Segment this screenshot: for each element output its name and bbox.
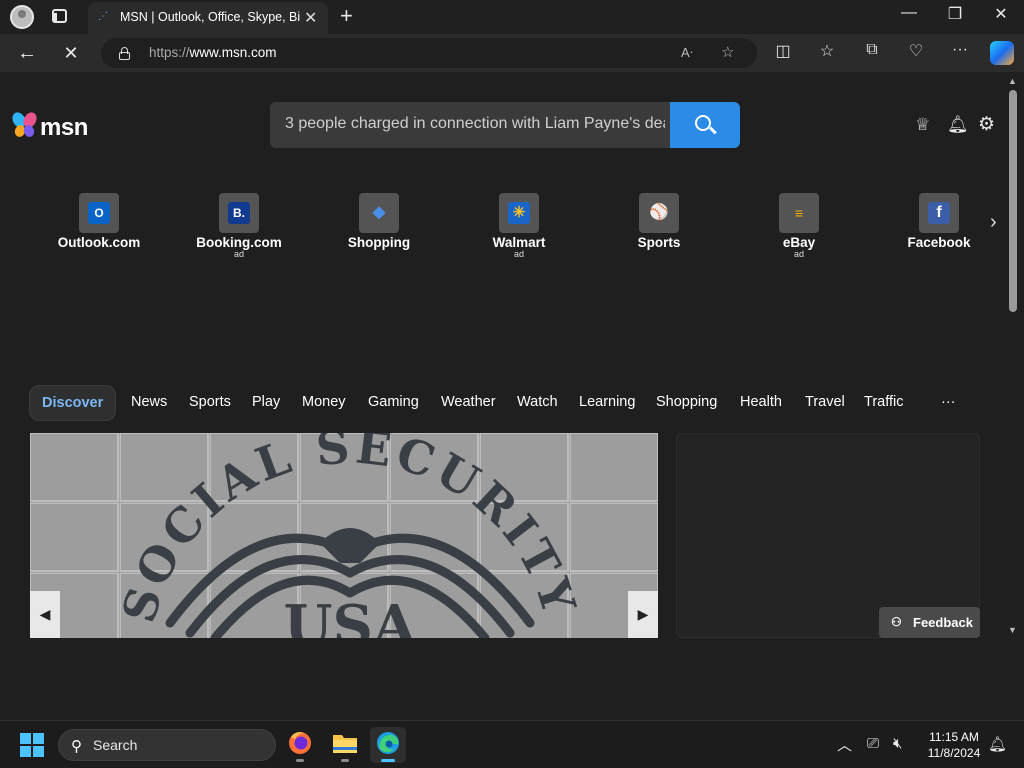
tab-gaming[interactable]: Gaming — [368, 394, 419, 410]
firefox-app[interactable] — [282, 727, 318, 763]
quick-link-shopping[interactable]: ◆ Shopping — [319, 193, 439, 250]
tab-health[interactable]: Health — [740, 394, 782, 410]
split-screen-icon[interactable]: ◫ — [771, 41, 795, 61]
quick-link-ebay[interactable]: ≡ eBay ad — [739, 193, 859, 259]
stop-loading-icon[interactable]: ✕ — [56, 39, 86, 67]
copilot-icon[interactable] — [990, 41, 1014, 65]
notification-bell-icon[interactable]: 🔔︎ — [988, 735, 1007, 753]
collections-icon[interactable]: ⧉ — [860, 41, 884, 59]
minimize-button[interactable]: — — [886, 4, 932, 22]
tab-title: MSN | Outlook, Office, Skype, Bing, Brea… — [120, 10, 300, 24]
hero-card[interactable]: SOCIAL SECURITY USA ◀ ▶ — [30, 433, 658, 638]
lock-icon[interactable] — [119, 47, 130, 60]
folder-icon — [333, 735, 357, 753]
shopping-tag-icon: ◆ — [372, 204, 386, 221]
more-categories-button[interactable]: ··· — [941, 394, 956, 410]
notifications-bell-icon[interactable]: 🔔︎ — [947, 115, 969, 135]
quick-link-sports[interactable]: ⚾ Sports — [599, 193, 719, 250]
search-icon: ⚲ — [71, 738, 82, 755]
restore-button[interactable]: ❐ — [932, 4, 978, 24]
firefox-icon — [289, 732, 311, 754]
social-security-seal-image: SOCIAL SECURITY USA — [30, 433, 658, 638]
loading-favicon-icon: ⋰ — [98, 11, 108, 22]
edge-app[interactable] — [370, 727, 406, 763]
feedback-person-icon: ⚇ — [891, 615, 902, 629]
tab-play[interactable]: Play — [252, 394, 280, 410]
scroll-up-icon[interactable]: ▲ — [1008, 76, 1017, 86]
tab-money[interactable]: Money — [302, 394, 346, 410]
browser-essentials-icon[interactable]: ♡ — [904, 41, 928, 61]
volume-muted-icon[interactable]: 🔇︎ — [893, 735, 902, 752]
screen: ⋰ MSN | Outlook, Office, Skype, Bing, Br… — [0, 0, 1024, 768]
settings-more-icon[interactable]: ··· — [948, 41, 972, 59]
close-tab-icon[interactable]: ✕ — [304, 8, 317, 28]
outlook-icon: O — [88, 202, 110, 224]
booking-icon: B. — [228, 202, 250, 224]
edge-icon — [377, 732, 399, 754]
feedback-button[interactable]: ⚇ Feedback — [879, 607, 980, 638]
search-button[interactable] — [670, 102, 740, 148]
settings-gear-icon[interactable]: ⚙ — [978, 113, 995, 136]
browser-tab[interactable]: ⋰ MSN | Outlook, Office, Skype, Bing, Br… — [88, 2, 328, 34]
new-tab-button[interactable]: + — [340, 3, 353, 29]
msn-page: msn 3 people charged in connection with … — [4, 72, 1020, 718]
walmart-spark-icon: ✳ — [508, 202, 530, 224]
tab-news[interactable]: News — [131, 394, 167, 410]
taskbar-search-input[interactable]: ⚲ Search — [58, 729, 276, 761]
tab-weather[interactable]: Weather — [441, 394, 496, 410]
carousel-prev-button[interactable]: ◀ — [30, 591, 60, 638]
favorite-star-icon[interactable]: ☆ — [721, 43, 734, 61]
search-value[interactable]: 3 people charged in connection with Liam… — [285, 115, 665, 133]
quick-link-walmart[interactable]: ✳ Walmart ad — [459, 193, 579, 259]
show-hidden-icons-chevron-icon[interactable]: ︿ — [837, 734, 852, 755]
carousel-next-button[interactable]: ▶ — [628, 591, 658, 638]
url-text[interactable]: https://www.msn.com — [149, 45, 277, 60]
title-bar: ⋰ MSN | Outlook, Office, Skype, Bing, Br… — [0, 0, 1024, 34]
chevron-right-icon[interactable]: › — [990, 211, 997, 234]
logo-text: msn — [40, 114, 88, 141]
search-input[interactable]: 3 people charged in connection with Liam… — [270, 102, 670, 148]
quick-link-outlook[interactable]: O Outlook.com — [39, 193, 159, 250]
ebay-cart-icon: ≡ — [794, 205, 804, 221]
network-display-icon[interactable]: ⎚ — [867, 735, 879, 752]
favorites-icon[interactable]: ☆ — [815, 41, 839, 61]
tab-learning[interactable]: Learning — [579, 394, 635, 410]
close-window-button[interactable]: ✕ — [978, 4, 1024, 24]
start-windows-icon[interactable] — [20, 733, 44, 757]
quick-link-booking[interactable]: B. Booking.com ad — [179, 193, 299, 259]
tab-actions-icon[interactable] — [52, 9, 67, 23]
system-clock[interactable]: 11:15 AM 11/8/2024 — [918, 729, 990, 761]
read-aloud-icon[interactable]: Aᐧ — [681, 45, 693, 61]
tab-sports[interactable]: Sports — [189, 394, 231, 410]
sports-ball-icon: ⚾ — [649, 204, 669, 221]
quick-link-facebook[interactable]: f Facebook — [879, 193, 999, 250]
file-explorer-app[interactable] — [327, 727, 363, 763]
tab-traffic[interactable]: Traffic — [864, 394, 903, 410]
navigation-bar: ← ✕ https://www.msn.com Aᐧ ☆ ◫ ☆ ⧉ ♡ ··· — [0, 34, 1024, 72]
facebook-icon: f — [928, 202, 950, 224]
back-arrow-icon[interactable]: ← — [12, 39, 42, 67]
svg-text:USA: USA — [284, 593, 418, 638]
profile-avatar[interactable] — [10, 5, 34, 29]
taskbar: ⚲ Search ︿ ⎚ 🔇︎ 11:15 AM 11/8/2024 🔔︎ — [0, 720, 1024, 768]
tab-watch[interactable]: Watch — [517, 394, 558, 410]
trophy-icon[interactable]: ♕ — [915, 115, 930, 135]
scroll-thumb[interactable] — [1009, 90, 1017, 312]
tab-discover[interactable]: Discover — [29, 385, 117, 421]
tab-shopping[interactable]: Shopping — [656, 394, 717, 410]
butterfly-icon — [12, 112, 37, 137]
address-bar[interactable]: https://www.msn.com Aᐧ ☆ — [101, 38, 757, 68]
tab-travel[interactable]: Travel — [805, 394, 845, 410]
page-scrollbar[interactable]: ▲ ▼ — [1006, 72, 1020, 642]
scroll-down-icon[interactable]: ▼ — [1008, 625, 1017, 635]
